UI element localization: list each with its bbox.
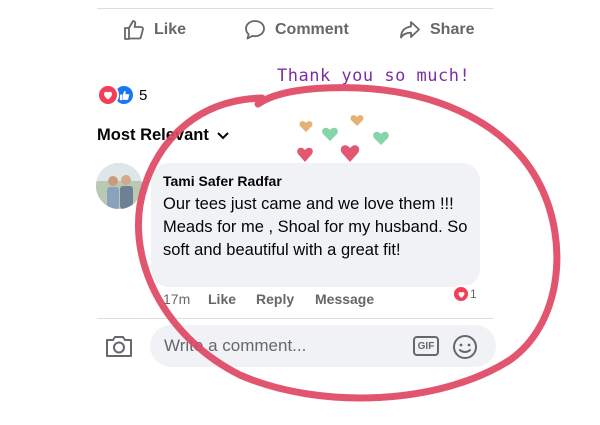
love-icon <box>97 84 119 106</box>
comment-like-link[interactable]: Like <box>208 291 236 307</box>
comment-reply-link[interactable]: Reply <box>256 291 294 307</box>
comment-author[interactable]: Tami Safer Radfar <box>163 173 468 189</box>
comment-input[interactable]: Write a comment... <box>150 325 496 367</box>
reaction-count: 5 <box>139 86 148 104</box>
share-button[interactable]: Share <box>398 18 474 42</box>
comment-input-placeholder: Write a comment... <box>164 336 307 355</box>
share-label: Share <box>430 21 475 38</box>
share-arrow-icon <box>398 18 422 42</box>
avatar[interactable] <box>96 163 142 209</box>
heart-icon <box>297 147 313 162</box>
heart-doodles <box>297 115 389 162</box>
sort-label: Most Relevant <box>97 126 209 144</box>
comment-sort-dropdown[interactable]: Most Relevant <box>97 126 229 145</box>
comment-text: Our tees just came and we love them !!! … <box>163 195 468 259</box>
top-divider <box>97 8 493 9</box>
comment-reaction-badge[interactable]: 1 <box>451 285 479 303</box>
thumbs-up-icon <box>122 18 146 42</box>
comment-message-link[interactable]: Message <box>315 291 374 307</box>
heart-icon <box>373 131 389 145</box>
thank-you-annotation: Thank you so much! <box>277 66 471 86</box>
comment-timestamp: 17m <box>163 291 191 307</box>
speech-bubble-icon <box>243 18 267 42</box>
comment-reaction-count: 1 <box>470 287 477 301</box>
chevron-down-icon <box>217 126 229 145</box>
reactions-summary[interactable]: 5 <box>97 84 147 106</box>
like-label: Like <box>154 21 187 38</box>
heart-icon <box>299 121 313 132</box>
love-icon <box>453 286 469 302</box>
composer-divider <box>97 318 493 319</box>
gif-label: GIF <box>417 340 435 352</box>
emoji-icon[interactable] <box>452 334 478 365</box>
camera-icon[interactable] <box>104 333 134 364</box>
like-button[interactable]: Like <box>122 18 186 42</box>
comment-bubble: Tami Safer Radfar Our tees just came and… <box>151 163 480 287</box>
heart-icon <box>322 127 338 141</box>
heart-icon <box>340 145 360 162</box>
gif-button[interactable]: GIF <box>413 336 439 356</box>
comment-button[interactable]: Comment <box>243 18 349 42</box>
heart-icon <box>350 115 364 126</box>
comment-label: Comment <box>275 21 349 38</box>
